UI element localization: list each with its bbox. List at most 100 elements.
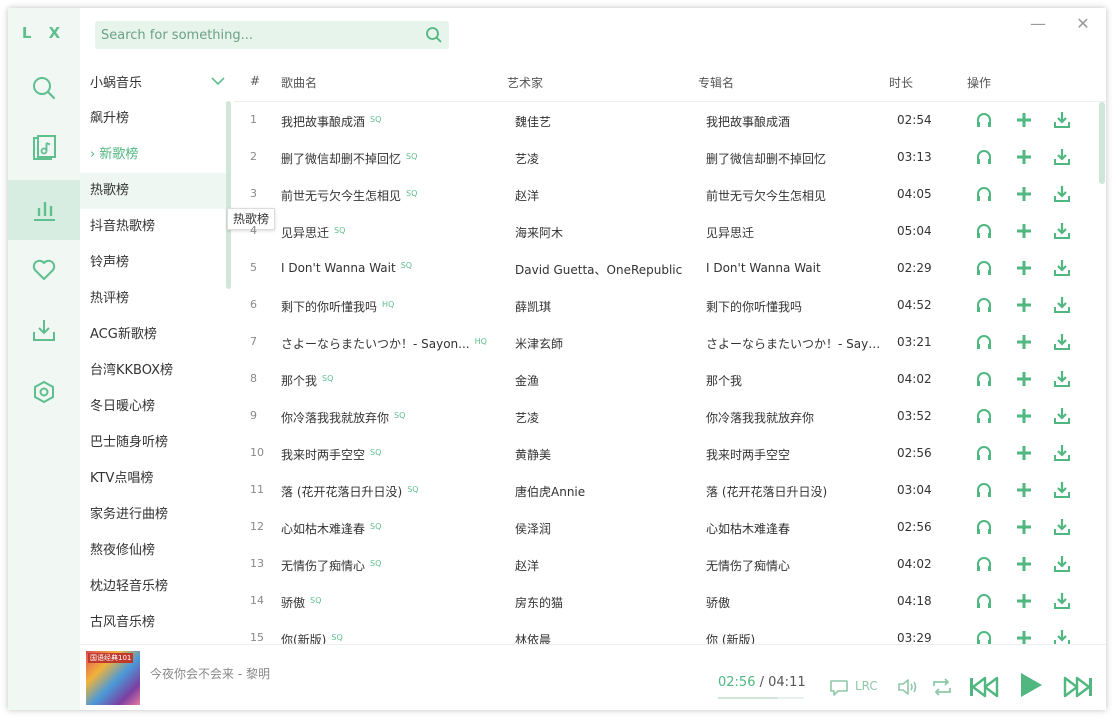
add-to-list-button[interactable] <box>1015 259 1033 277</box>
play-song-button[interactable] <box>975 629 993 644</box>
song-table-scrollbar[interactable] <box>1099 102 1105 184</box>
previous-button[interactable] <box>968 675 1000 699</box>
comment-button[interactable] <box>828 675 850 699</box>
table-row[interactable]: 3 前世无亏欠今生怎相见 SQ 赵洋 前世无亏欠今生怎相见 04:05 <box>234 176 1100 213</box>
board-item[interactable]: 枕边轻音乐榜 <box>80 569 226 605</box>
board-item[interactable]: KTV点唱榜 <box>80 461 226 497</box>
search-input[interactable] <box>101 21 421 49</box>
download-song-button[interactable] <box>1053 481 1071 499</box>
table-row[interactable]: 8 那个我 SQ 金渔 那个我 04:02 <box>234 361 1100 398</box>
song-artist: 艺凌 <box>515 152 540 166</box>
table-row[interactable]: 2 删了微信却删不掉回忆 SQ 艺凌 删了微信却删不掉回忆 03:13 <box>234 139 1100 176</box>
play-song-button[interactable] <box>975 222 993 240</box>
download-song-button[interactable] <box>1053 148 1071 166</box>
table-row[interactable]: 12 心如枯木难逢春 SQ 侯泽润 心如枯木难逢春 02:56 <box>234 509 1100 546</box>
board-item[interactable]: 铃声榜 <box>80 245 226 281</box>
download-song-button[interactable] <box>1053 370 1071 388</box>
table-row[interactable]: 13 无情伤了痴情心 SQ 赵洋 无情伤了痴情心 04:02 <box>234 546 1100 583</box>
board-item[interactable]: 飙升榜 <box>80 101 226 137</box>
add-to-list-button[interactable] <box>1015 407 1033 425</box>
song-duration: 05:04 <box>897 224 932 238</box>
download-song-button[interactable] <box>1053 259 1071 277</box>
close-button[interactable]: ✕ <box>1073 14 1093 34</box>
nav-settings[interactable] <box>8 362 80 422</box>
loop-mode-button[interactable] <box>930 675 954 699</box>
download-song-button[interactable] <box>1053 185 1071 203</box>
play-song-button[interactable] <box>975 148 993 166</box>
table-row[interactable]: 5 I Don't Wanna Wait SQ David Guetta、OneRep… <box>234 250 1100 287</box>
board-item[interactable]: 冬日暖心榜 <box>80 389 226 425</box>
nav-downloads[interactable] <box>8 300 80 360</box>
album-cover[interactable]: 国语经典101 <box>86 651 140 705</box>
play-song-button[interactable] <box>975 444 993 462</box>
play-song-button[interactable] <box>975 185 993 203</box>
play-song-button[interactable] <box>975 407 993 425</box>
board-item-current[interactable]: › 新歌榜 <box>80 137 226 173</box>
table-row[interactable]: 4 见异思迁 SQ 海来阿木 见异思迁 05:04 <box>234 213 1100 250</box>
board-item[interactable]: 家务进行曲榜 <box>80 497 226 533</box>
volume-button[interactable] <box>896 675 920 699</box>
add-to-list-button[interactable] <box>1015 111 1033 129</box>
download-song-button[interactable] <box>1053 222 1071 240</box>
add-to-list-button[interactable] <box>1015 481 1033 499</box>
minimize-button[interactable]: — <box>1028 14 1048 34</box>
add-to-list-button[interactable] <box>1015 296 1033 314</box>
play-song-button[interactable] <box>975 259 993 277</box>
board-item[interactable]: 热评榜 <box>80 281 226 317</box>
board-list-scrollbar[interactable] <box>226 101 231 289</box>
table-row[interactable]: 6 剩下的你听懂我吗 HQ 薛凯琪 剩下的你听懂我吗 04:52 <box>234 287 1100 324</box>
download-song-button[interactable] <box>1053 111 1071 129</box>
board-item[interactable]: 热歌榜 <box>80 173 226 209</box>
nav-leaderboard[interactable] <box>8 180 80 240</box>
table-row[interactable]: 14 骄傲 SQ 房东的猫 骄傲 04:18 <box>234 583 1100 620</box>
download-song-button[interactable] <box>1053 296 1071 314</box>
play-song-button[interactable] <box>975 333 993 351</box>
play-song-button[interactable] <box>975 370 993 388</box>
download-song-button[interactable] <box>1053 444 1071 462</box>
table-row[interactable]: 7 さよーならまたいつか！- Sayon... HQ 米津玄師 さよーならまたいつか！-… <box>234 324 1100 361</box>
nav-search[interactable] <box>8 58 80 118</box>
nav-song-list[interactable] <box>8 118 80 178</box>
download-song-button[interactable] <box>1053 518 1071 536</box>
board-item[interactable]: 巴士随身听榜 <box>80 425 226 461</box>
board-item[interactable]: 台湾KKBOX榜 <box>80 353 226 389</box>
play-song-button[interactable] <box>975 518 993 536</box>
play-song-button[interactable] <box>975 555 993 573</box>
add-to-list-button[interactable] <box>1015 444 1033 462</box>
board-item[interactable]: 熬夜修仙榜 <box>80 533 226 569</box>
add-to-list-button[interactable] <box>1015 592 1033 610</box>
add-to-list-button[interactable] <box>1015 518 1033 536</box>
download-song-button[interactable] <box>1053 407 1071 425</box>
add-to-list-button[interactable] <box>1015 148 1033 166</box>
lyrics-toggle[interactable]: LRC <box>855 679 878 693</box>
table-row[interactable]: 11 落 (花开花落日升日没) SQ 唐伯虎Annie 落 (花开花落日升日没) 03:0… <box>234 472 1100 509</box>
play-song-button[interactable] <box>975 296 993 314</box>
download-song-button[interactable] <box>1053 592 1071 610</box>
play-song-button[interactable] <box>975 592 993 610</box>
table-row[interactable]: 1 我把故事酿成酒 SQ 魏佳艺 我把故事酿成酒 02:54 <box>234 102 1100 139</box>
table-row[interactable]: 15 你(新版) SQ 林依晨 你 (新版) 03:29 <box>234 620 1100 644</box>
table-row[interactable]: 9 你冷落我我就放弃你 SQ 艺凌 你冷落我我就放弃你 03:52 <box>234 398 1100 435</box>
progress-bar[interactable] <box>718 697 804 699</box>
add-to-list-button[interactable] <box>1015 555 1033 573</box>
add-to-list-button[interactable] <box>1015 222 1033 240</box>
download-song-button[interactable] <box>1053 555 1071 573</box>
play-song-button[interactable] <box>975 111 993 129</box>
board-item[interactable]: ACG新歌榜 <box>80 317 226 353</box>
add-to-list-button[interactable] <box>1015 629 1033 644</box>
next-button[interactable] <box>1062 675 1094 699</box>
board-item[interactable]: 抖音热歌榜 <box>80 209 226 245</box>
table-row[interactable]: 10 我来时两手空空 SQ 黄静美 我来时两手空空 02:56 <box>234 435 1100 472</box>
add-to-list-button[interactable] <box>1015 185 1033 203</box>
play-song-button[interactable] <box>975 481 993 499</box>
board-item[interactable]: 古风音乐榜 <box>80 605 226 641</box>
nav-favorites[interactable] <box>8 240 80 300</box>
add-to-list-button[interactable] <box>1015 333 1033 351</box>
download-song-button[interactable] <box>1053 333 1071 351</box>
play-button[interactable] <box>1018 671 1044 699</box>
song-name-cell: 见异思迁 SQ <box>281 224 345 241</box>
download-song-button[interactable] <box>1053 629 1071 644</box>
search-icon[interactable] <box>425 26 443 44</box>
source-select[interactable]: 小蜗音乐 <box>90 72 226 94</box>
add-to-list-button[interactable] <box>1015 370 1033 388</box>
